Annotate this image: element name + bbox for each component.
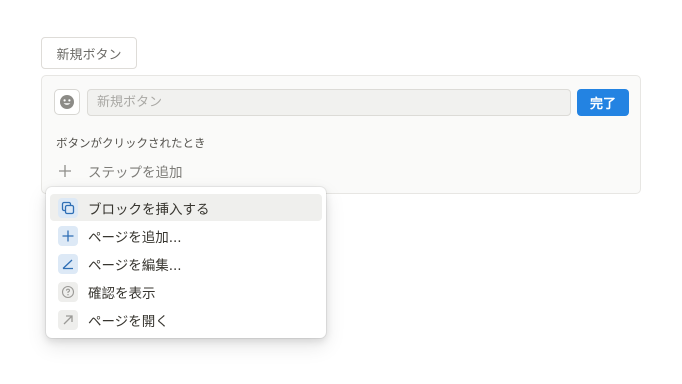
menu-item-show-confirmation[interactable]: 確認を表示	[50, 278, 322, 305]
add-step-label: ステップを追加	[88, 165, 183, 181]
arrow-up-right-icon	[58, 309, 78, 330]
step-type-menu: ブロックを挿入する ページを追加... ページを編集... 確認を表示 ページを…	[46, 187, 326, 338]
plus-icon	[56, 162, 74, 180]
plus-icon	[58, 225, 78, 246]
copy-block-icon	[58, 197, 78, 218]
new-button-chip[interactable]: 新規ボタン	[41, 37, 137, 69]
button-name-input[interactable]	[87, 89, 571, 116]
button-settings-panel: 完了 ボタンがクリックされたとき ステップを追加	[41, 75, 641, 194]
menu-item-label: ページを追加...	[88, 229, 182, 246]
menu-item-label: ブロックを挿入する	[88, 201, 210, 218]
smiley-icon	[60, 95, 74, 109]
menu-item-label: ページを編集...	[88, 257, 182, 274]
trigger-heading: ボタンがクリックされたとき	[56, 136, 206, 150]
edit-angle-icon	[58, 253, 78, 274]
menu-item-edit-page[interactable]: ページを編集...	[50, 250, 322, 277]
done-button[interactable]: 完了	[577, 89, 629, 116]
menu-item-label: ページを開く	[88, 313, 169, 330]
button-editor-page: 新規ボタン 完了 ボタンがクリックされたとき ステップを追加	[0, 0, 682, 384]
menu-item-open-page[interactable]: ページを開く	[50, 306, 322, 333]
done-button-label: 完了	[589, 97, 616, 112]
question-circle-icon	[58, 281, 78, 302]
new-button-chip-label: 新規ボタン	[56, 47, 122, 63]
menu-item-insert-block[interactable]: ブロックを挿入する	[50, 194, 322, 221]
menu-item-add-page[interactable]: ページを追加...	[50, 222, 322, 249]
emoji-picker-button[interactable]	[54, 89, 80, 115]
add-step-button[interactable]: ステップを追加	[56, 160, 183, 182]
menu-item-label: 確認を表示	[88, 285, 156, 302]
